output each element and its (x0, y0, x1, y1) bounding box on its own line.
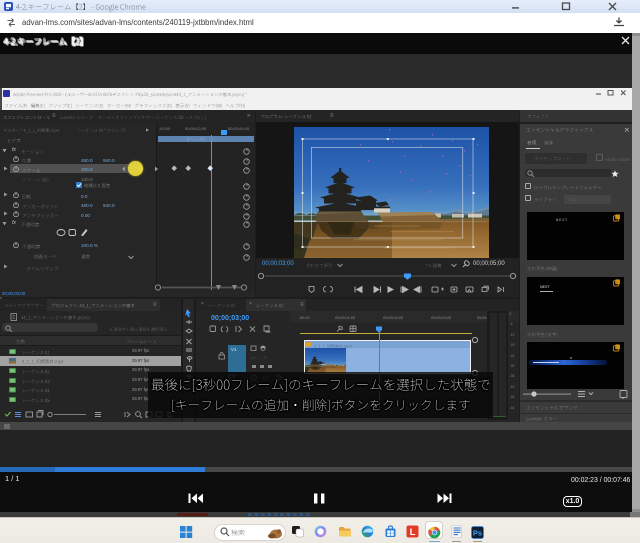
svg-text:Ps: Ps (473, 529, 482, 538)
svg-text:L: L (410, 527, 416, 538)
